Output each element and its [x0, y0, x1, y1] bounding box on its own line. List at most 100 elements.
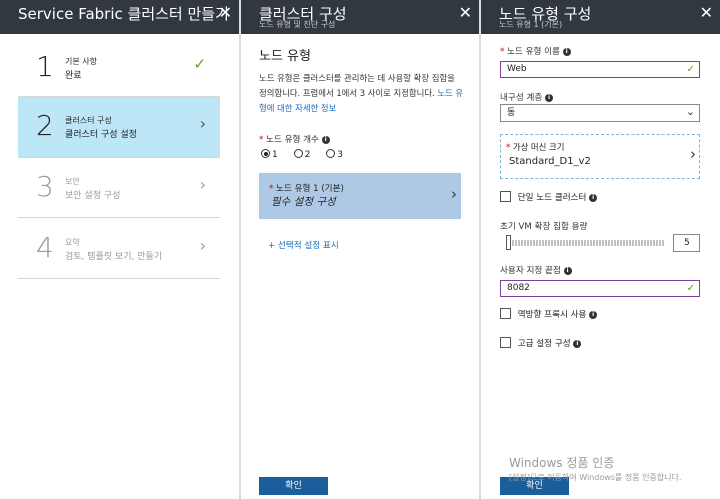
blade-subtitle: 노드 유형 및 진단 구성 — [259, 20, 336, 29]
close-icon[interactable]: ✕ — [219, 3, 232, 22]
chevron-down-icon: ⌄ — [685, 105, 695, 118]
info-icon[interactable]: i — [321, 136, 330, 144]
cluster-config-blade: 클러스터 구성 노드 유형 및 진단 구성 ✕ 노드 유형 노드 유형은 클러스… — [241, 0, 479, 499]
node-type-config-blade: 노드 유형 구성 노드 유형 1 (기본) ✕ * 노드 유형 이름 i Web… — [481, 0, 720, 499]
ok-button[interactable]: 확인 — [500, 477, 569, 495]
label-text: 사용자 지정 끝점 — [500, 266, 561, 276]
checkbox-label: 고급 설정 구성 — [517, 339, 571, 349]
radio-ring — [326, 149, 336, 158]
info-icon[interactable]: i — [589, 311, 598, 319]
radio-ring — [261, 149, 270, 158]
blade-header: 클러스터 구성 노드 유형 및 진단 구성 ✕ — [241, 0, 479, 34]
radio-label: 3 — [337, 150, 343, 160]
checkbox-box — [500, 337, 511, 348]
radio-label: 2 — [304, 150, 311, 160]
radio-ring — [293, 149, 303, 158]
info-icon[interactable]: i — [545, 94, 553, 102]
step-desc: 검토, 템플릿 보기, 만들기 — [65, 252, 163, 262]
step-number: 4 — [36, 231, 54, 264]
reverse-proxy-checkbox[interactable]: 역방향 프록시 사용 i — [500, 308, 598, 320]
step-desc: 보안 설정 구성 — [65, 191, 121, 201]
wizard-step-security[interactable]: 3 보안 보안 설정 구성 › — [18, 158, 220, 218]
blade-subtitle: 노드 유형 1 (기본) — [499, 20, 563, 29]
section-title: 노드 유형 — [259, 49, 311, 64]
step-title: 요약 — [65, 238, 80, 247]
blade-header: Service Fabric 클러스터 만들기 ✕ — [0, 0, 239, 34]
info-icon[interactable]: i — [563, 267, 572, 275]
checkbox-label: 역방향 프록시 사용 — [517, 310, 587, 320]
wizard-step-summary[interactable]: 4 요약 검토, 템플릿 보기, 만들기 › — [18, 219, 220, 279]
vm-size-value: Standard_D1_v2 — [509, 156, 591, 167]
ok-button[interactable]: 확인 — [259, 477, 328, 495]
node-type-title: * 노드 유형 1 (기본) — [269, 182, 344, 194]
step-desc: 완료 — [65, 71, 82, 81]
info-icon[interactable]: i — [562, 48, 571, 56]
step-number: 1 — [36, 50, 54, 83]
node-type-desc: 필수 설정 구성 — [271, 196, 336, 208]
wizard-step-basics[interactable]: 1 기본 사항 완료 ✓ — [18, 38, 220, 98]
close-icon[interactable]: ✕ — [459, 3, 472, 22]
step-title: 보안 — [65, 177, 80, 186]
node-type-name-input[interactable]: Web ✓ — [500, 61, 700, 78]
step-title: 기본 사항 — [65, 57, 97, 66]
step-number: 2 — [36, 109, 54, 142]
advanced-settings-checkbox[interactable]: 고급 설정 구성 i — [500, 337, 582, 349]
checkbox-box — [500, 191, 511, 202]
node-count-label: * 노드 유형 개수 i — [259, 133, 330, 145]
required-marker: * — [259, 135, 264, 145]
chevron-right-icon: › — [199, 114, 206, 133]
node-type-1-row[interactable]: * 노드 유형 1 (기본) 필수 설정 구성 › — [259, 173, 461, 219]
required-marker: * — [269, 184, 274, 194]
node-count-radio-1[interactable]: 1 — [261, 149, 278, 160]
node-type-description: 노드 유형은 클러스터를 관리하는 데 사용할 확장 집합을 정의합니다. 프럼… — [259, 71, 464, 116]
input-value: 8082 — [507, 283, 530, 293]
checkbox-label: 단일 노드 클러스터 — [517, 193, 587, 203]
required-marker: * — [500, 47, 505, 57]
vm-capacity-label: 초기 VM 확장 집합 용량 — [500, 222, 588, 232]
wizard-step-cluster-config[interactable]: 2 클러스터 구성 클러스터 구성 설정 › — [18, 97, 220, 157]
chevron-right-icon: › — [199, 236, 206, 255]
step-title: 클러스터 구성 — [65, 116, 112, 125]
node-type-title-text: 노드 유형 1 (기본) — [276, 184, 344, 194]
label-text: 가상 머신 크기 — [512, 142, 565, 152]
label-text: 노드 유형 개수 — [266, 135, 319, 145]
custom-endpoint-input[interactable]: 8082 ✓ — [500, 280, 700, 297]
input-value: Web — [507, 64, 527, 74]
required-marker: * — [506, 142, 511, 152]
show-optional-settings-link[interactable]: + 선택적 설정 표시 — [268, 239, 339, 251]
durability-label: 내구성 계층 i — [500, 91, 553, 103]
checkmark-icon: ✓ — [686, 64, 695, 75]
step-number: 3 — [36, 170, 54, 203]
divider — [18, 217, 220, 218]
checkmark-icon: ✓ — [193, 55, 206, 73]
node-count-radio-2[interactable]: 2 — [293, 149, 311, 160]
vm-capacity-slider-thumb[interactable] — [506, 235, 511, 250]
chevron-right-icon: › — [199, 175, 206, 194]
node-type-name-label: * 노드 유형 이름 i — [500, 45, 571, 57]
custom-endpoint-label: 사용자 지정 끝점 i — [500, 264, 572, 276]
vm-capacity-input[interactable]: 5 — [673, 234, 700, 252]
divider — [18, 278, 220, 279]
vm-capacity-slider-track[interactable] — [509, 240, 665, 246]
blade-title: Service Fabric 클러스터 만들기 — [18, 5, 229, 23]
durability-select[interactable]: 동 ⌄ — [500, 104, 700, 122]
select-value: 동 — [507, 108, 516, 118]
label-text: 내구성 계층 — [500, 93, 543, 103]
checkbox-box — [500, 308, 511, 319]
info-icon[interactable]: i — [573, 340, 582, 348]
vm-size-selector[interactable]: * 가상 머신 크기 Standard_D1_v2 › — [500, 134, 700, 179]
step-desc: 클러스터 구성 설정 — [65, 130, 137, 140]
checkmark-icon: ✓ — [686, 283, 695, 294]
node-count-radio-3[interactable]: 3 — [326, 149, 343, 160]
description-text: 노드 유형은 클러스터를 관리하는 데 사용할 확장 집합을 정의합니다. 프럼… — [259, 73, 455, 98]
info-icon[interactable]: i — [589, 194, 598, 202]
label-text: 노드 유형 이름 — [507, 47, 560, 57]
close-icon[interactable]: ✕ — [700, 3, 713, 22]
blade-header: 노드 유형 구성 노드 유형 1 (기본) ✕ — [481, 0, 720, 34]
vm-size-label: * 가상 머신 크기 — [506, 141, 564, 153]
chevron-right-icon: › — [690, 145, 696, 163]
node-count-radio-group: 1 2 3 — [261, 149, 356, 160]
create-cluster-blade: Service Fabric 클러스터 만들기 ✕ 1 기본 사항 완료 ✓ 2… — [0, 0, 239, 499]
single-node-cluster-checkbox[interactable]: 단일 노드 클러스터 i — [500, 191, 598, 203]
radio-label: 1 — [272, 150, 278, 160]
